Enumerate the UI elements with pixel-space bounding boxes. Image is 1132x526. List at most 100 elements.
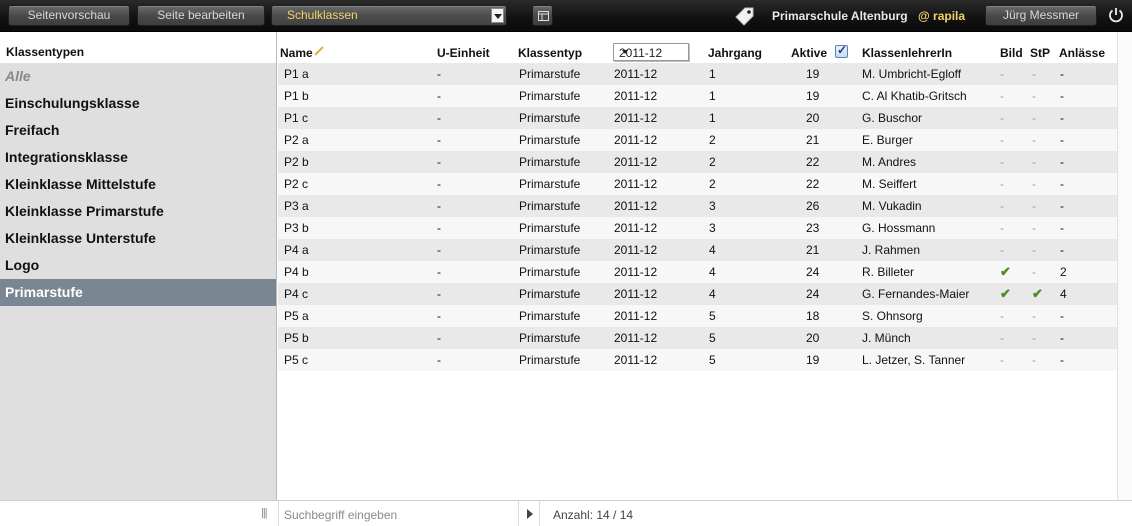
layout-toggle-button[interactable]: [532, 5, 553, 26]
sidebar-item-primarstufe[interactable]: Primarstufe: [0, 279, 276, 306]
cell-active: 24: [806, 265, 820, 279]
cell-grade: 3: [709, 199, 716, 213]
column-header-image[interactable]: Bild: [1000, 46, 1023, 60]
chevron-down-icon[interactable]: [491, 8, 504, 23]
cell-events: -: [1060, 353, 1064, 367]
cell-grade: 3: [709, 221, 716, 235]
table-row[interactable]: P5 c - Primarstufe 2011-12 5 19 L. Jetzer, S. …: [278, 349, 1117, 371]
table-row[interactable]: P5 b - Primarstufe 2011-12 5 20 J. Münch - - -: [278, 327, 1117, 349]
column-header-active[interactable]: Aktive: [791, 46, 827, 60]
cell-image: -: [1000, 353, 1004, 367]
power-icon[interactable]: [1107, 6, 1125, 24]
play-icon[interactable]: [518, 501, 540, 526]
cell-year: 2011-12: [614, 199, 658, 213]
sidebar-item-kleinklasse-mittelstufe[interactable]: Kleinklasse Mittelstufe: [0, 171, 276, 198]
cell-name: P1 a: [284, 67, 309, 81]
cell-grade: 4: [709, 287, 716, 301]
cell-unit: -: [437, 111, 441, 125]
table-row[interactable]: P3 a - Primarstufe 2011-12 3 26 M. Vukadin - - -: [278, 195, 1117, 217]
cell-events: -: [1060, 199, 1064, 213]
vertical-scrollbar[interactable]: [1117, 32, 1132, 500]
cell-stp: -: [1032, 155, 1036, 169]
table-row[interactable]: P5 a - Primarstufe 2011-12 5 18 S. Ohnsorg - - -: [278, 305, 1117, 327]
cell-teacher: M. Vukadin: [862, 199, 922, 213]
chevron-down-icon[interactable]: [619, 45, 632, 59]
cell-image: -: [1000, 155, 1004, 169]
cell-grade: 5: [709, 331, 716, 345]
column-header-name[interactable]: Name: [280, 46, 313, 60]
column-header-grade[interactable]: Jahrgang: [708, 46, 762, 60]
section-select-value: Schulklassen: [287, 8, 358, 22]
cell-stp: -: [1032, 199, 1036, 213]
cell-grade: 1: [709, 111, 716, 125]
cell-active: 26: [806, 199, 820, 213]
cell-grade: 2: [709, 177, 716, 191]
cell-image: -: [1000, 221, 1004, 235]
cell-grade: 4: [709, 243, 716, 257]
page-preview-button[interactable]: Seitenvorschau: [8, 5, 130, 26]
cell-type: Primarstufe: [519, 331, 581, 345]
cell-events: -: [1060, 309, 1064, 323]
section-select[interactable]: Schulklassen: [271, 5, 507, 26]
user-account-button[interactable]: Jürg Messmer: [985, 5, 1097, 26]
sidebar-title: Klassentypen: [0, 32, 276, 63]
sidebar-item-kleinklasse-primarstufe[interactable]: Kleinklasse Primarstufe: [0, 198, 276, 225]
cell-active: 19: [806, 67, 820, 81]
table-row[interactable]: P4 a - Primarstufe 2011-12 4 21 J. Rahmen - - -: [278, 239, 1117, 261]
table-row[interactable]: P4 c - Primarstufe 2011-12 4 24 G. Fernandes-M…: [278, 283, 1117, 305]
cell-name: P1 c: [284, 111, 309, 125]
table-row[interactable]: P2 a - Primarstufe 2011-12 2 21 E. Burger - - -: [278, 129, 1117, 151]
cell-active: 19: [806, 89, 820, 103]
column-header-teacher[interactable]: KlassenlehrerIn: [862, 46, 952, 60]
cell-type: Primarstufe: [519, 133, 581, 147]
top-toolbar: Seitenvorschau Seite bearbeiten Schulkla…: [0, 0, 1132, 32]
cell-name: P5 b: [284, 331, 309, 345]
tag-icon[interactable]: [734, 6, 756, 26]
resize-grip-icon[interactable]: |||: [261, 507, 268, 519]
sidebar-item-freifach[interactable]: Freifach: [0, 117, 276, 144]
cell-grade: 5: [709, 309, 716, 323]
cell-teacher: M. Umbricht-Egloff: [862, 67, 962, 81]
sidebar-item-alle[interactable]: Alle: [0, 63, 276, 90]
cell-grade: 2: [709, 133, 716, 147]
cell-image: -: [1000, 177, 1004, 191]
user-handle: @ rapila: [918, 9, 966, 23]
school-year-select[interactable]: 2011-12: [613, 43, 689, 61]
table-row[interactable]: P2 c - Primarstufe 2011-12 2 22 M. Seiffert - - -: [278, 173, 1117, 195]
table-row[interactable]: P1 b - Primarstufe 2011-12 1 19 C. Al Khatib-G…: [278, 85, 1117, 107]
cell-grade: 5: [709, 353, 716, 367]
cell-year: 2011-12: [614, 309, 658, 323]
cell-events: 2: [1060, 265, 1067, 279]
table-row[interactable]: P4 b - Primarstufe 2011-12 4 24 R. Billeter ✔ - 2: [278, 261, 1117, 283]
cell-image: ✔: [1000, 264, 1011, 279]
sidebar-item-einschulungsklasse[interactable]: Einschulungsklasse: [0, 90, 276, 117]
table-row[interactable]: P3 b - Primarstufe 2011-12 3 23 G. Hossmann - - -: [278, 217, 1117, 239]
sidebar-item-logo[interactable]: Logo: [0, 252, 276, 279]
cell-image: -: [1000, 89, 1004, 103]
active-filter-checkbox[interactable]: [835, 43, 848, 58]
cell-unit: -: [437, 331, 441, 345]
cell-active: 21: [806, 133, 820, 147]
sidebar-item-kleinklasse-unterstufe[interactable]: Kleinklasse Unterstufe: [0, 225, 276, 252]
sidebar-item-integrationsklasse[interactable]: Integrationsklasse: [0, 144, 276, 171]
pencil-icon[interactable]: [314, 46, 324, 56]
table-row[interactable]: P2 b - Primarstufe 2011-12 2 22 M. Andres - - -: [278, 151, 1117, 173]
table-row[interactable]: P1 c - Primarstufe 2011-12 1 20 G. Buschor - - -: [278, 107, 1117, 129]
cell-stp: -: [1032, 177, 1036, 191]
column-header-stp[interactable]: StP: [1030, 46, 1050, 60]
cell-year: 2011-12: [614, 111, 658, 125]
search-input[interactable]: Suchbegriff eingeben: [278, 501, 518, 526]
cell-type: Primarstufe: [519, 199, 581, 213]
table-row[interactable]: P1 a - Primarstufe 2011-12 1 19 M. Umbricht-Eg…: [278, 63, 1117, 85]
cell-year: 2011-12: [614, 287, 658, 301]
cell-active: 20: [806, 331, 820, 345]
column-header-events[interactable]: Anlässe: [1059, 46, 1105, 60]
edit-page-button[interactable]: Seite bearbeiten: [137, 5, 265, 26]
cell-name: P2 a: [284, 133, 309, 147]
cell-name: P2 c: [284, 177, 309, 191]
column-header-unit[interactable]: U-Einheit: [437, 46, 490, 60]
school-name: Primarschule Altenburg: [772, 9, 908, 23]
cell-name: P5 a: [284, 309, 309, 323]
column-header-type[interactable]: Klassentyp: [518, 46, 582, 60]
class-type-sidebar: Klassentypen Alle Einschulungsklasse Fre…: [0, 32, 277, 500]
